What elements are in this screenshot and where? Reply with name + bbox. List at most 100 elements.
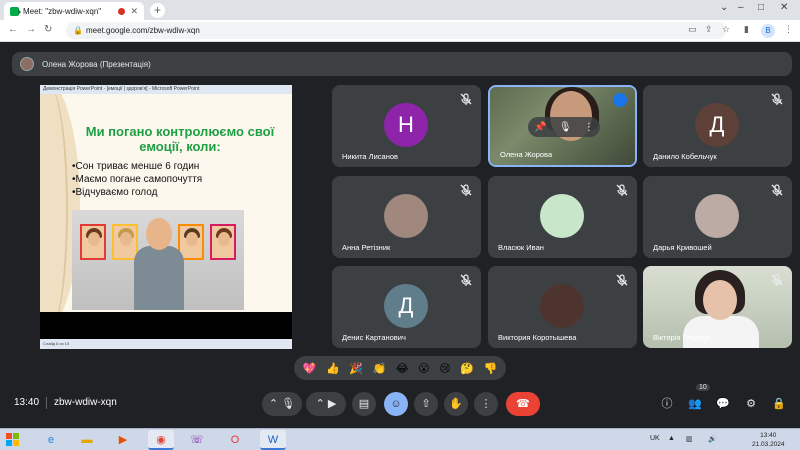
slide-bullet: •Відчуваємо голод <box>72 187 158 198</box>
presenter-label: Олена Жорова (Презентація) <box>42 59 151 69</box>
reload-icon[interactable]: ↻ <box>44 24 52 35</box>
muted-mic-icon <box>615 273 629 287</box>
muted-mic-icon <box>615 183 629 197</box>
video-person-face <box>703 280 737 320</box>
participant-tile[interactable]: Вікторія Гладчук <box>643 266 792 348</box>
camera-button[interactable]: ⌃ ▶ <box>306 392 346 416</box>
reaction-thumbs-down-icon[interactable]: 👎 <box>483 362 497 375</box>
keyboard-language[interactable]: UK <box>650 435 660 442</box>
maximize-button[interactable]: □ <box>758 2 764 13</box>
more-vert-icon[interactable]: ⋮ <box>784 24 793 35</box>
windows-taskbar: e ▬ ▶ ◉ ☏ O W UK ▲ ▥ 🔊 13:40 21.03.2024 <box>0 428 800 450</box>
present-screen-button[interactable]: ⇧ <box>414 392 438 416</box>
chevron-down-icon[interactable]: ⌄ <box>720 2 728 13</box>
back-arrow-icon[interactable]: ← <box>8 24 18 35</box>
slide-bullet: •Маємо погане самопочуття <box>72 174 203 185</box>
microphone-button[interactable]: ⌃ 🎙 <box>262 392 302 416</box>
participant-tile[interactable]: 📌 🎙 ⋮ Олена Жорова <box>488 85 637 167</box>
participant-tile[interactable]: Д Данило Кобельчук <box>643 85 792 167</box>
participant-avatar <box>540 284 584 328</box>
presenter-avatar <box>20 57 34 71</box>
reaction-thinking-icon[interactable]: 🤔 <box>460 362 474 375</box>
camera-icon[interactable]: ▭ <box>688 24 697 35</box>
windows-start-icon[interactable] <box>6 433 20 447</box>
presenter-banner: Олена Жорова (Презентація) <box>12 52 792 76</box>
photo-person-head <box>146 218 172 250</box>
word-icon[interactable]: W <box>260 430 286 450</box>
new-tab-button[interactable]: + <box>150 3 165 18</box>
leave-call-button[interactable]: ☎ <box>506 392 540 416</box>
reaction-laugh-icon[interactable]: 😂 <box>396 362 409 375</box>
profile-avatar[interactable]: B <box>761 24 775 38</box>
lock-icon: 🔒 <box>73 26 83 35</box>
slide-bullets: •Сон триває менше 6 годин •Маємо погане … <box>72 160 202 199</box>
more-options-button[interactable]: ⋮ <box>474 392 498 416</box>
bookmark-star-icon[interactable]: ☆ <box>722 24 730 35</box>
minimize-button[interactable]: – <box>738 2 744 13</box>
reaction-party-icon[interactable]: 🎉 <box>349 362 363 375</box>
media-player-icon[interactable]: ▶ <box>110 430 136 450</box>
share-icon[interactable]: ⇪ <box>705 24 713 35</box>
emoji-reaction-button[interactable]: ☺ <box>384 392 408 416</box>
participant-name: Анна Ретізник <box>342 243 391 252</box>
tab-close-button[interactable]: ✕ <box>130 6 138 17</box>
more-vert-icon[interactable]: ⋮ <box>584 122 594 133</box>
muted-mic-icon <box>459 273 473 287</box>
captions-button[interactable]: ▤ <box>352 392 376 416</box>
opera-icon[interactable]: O <box>222 430 248 450</box>
divider <box>46 397 47 409</box>
photo-card <box>112 224 138 260</box>
pin-icon[interactable]: 📌 <box>534 122 546 133</box>
meeting-time: 13:40 <box>14 397 40 408</box>
address-bar[interactable]: 🔒 meet.google.com/zbw-wdiw-xqn <box>66 22 726 39</box>
chrome-icon[interactable]: ◉ <box>148 430 174 450</box>
participant-tile[interactable]: Н Никита Лисанов <box>332 85 481 167</box>
participant-avatar: Д <box>384 284 428 328</box>
mic-icon[interactable]: 🎙 <box>559 122 572 133</box>
internet-explorer-icon[interactable]: e <box>38 430 64 450</box>
people-icon[interactable]: 👥 <box>687 396 703 412</box>
participant-tile[interactable]: Анна Ретізник <box>332 176 481 258</box>
video-person-body <box>683 316 759 348</box>
forward-arrow-icon[interactable]: → <box>26 24 36 35</box>
participant-name: Денис Картанович <box>342 333 406 342</box>
reaction-surprised-icon[interactable]: 😮 <box>418 362 429 375</box>
presentation-screen[interactable]: Демонстрація PowerPoint - [емоції | здор… <box>40 85 292 349</box>
speaking-indicator-icon <box>613 93 627 107</box>
reaction-sad-icon[interactable]: 😢 <box>439 362 450 375</box>
viber-icon[interactable]: ☏ <box>184 430 210 450</box>
url-text: meet.google.com/zbw-wdiw-xqn <box>86 26 200 35</box>
host-controls-icon[interactable]: 🔒 <box>771 396 787 412</box>
reaction-heart-icon[interactable]: 💖 <box>303 362 317 375</box>
participant-avatar: Д <box>695 103 739 147</box>
participant-tile[interactable]: Власюк Иван <box>488 176 637 258</box>
participant-tile[interactable]: Дарья Кривошей <box>643 176 792 258</box>
taskbar-clock[interactable]: 13:40 21.03.2024 <box>752 431 785 449</box>
participant-name: Олена Жорова <box>500 150 553 159</box>
reaction-clap-icon[interactable]: 👏 <box>373 362 387 375</box>
participant-name: Вікторія Гладчук <box>653 333 711 342</box>
network-icon[interactable]: ▥ <box>686 435 693 443</box>
participant-tile[interactable]: Д Денис Картанович <box>332 266 481 348</box>
participant-name: Виктория Коротышева <box>498 333 577 342</box>
activities-icon[interactable]: ⚙ <box>743 396 759 412</box>
participant-tile[interactable]: Виктория Коротышева <box>488 266 637 348</box>
volume-icon[interactable]: 🔊 <box>708 435 717 443</box>
raise-hand-button[interactable]: ✋ <box>444 392 468 416</box>
photo-person-body <box>134 246 184 310</box>
info-icon[interactable]: ⓘ <box>659 396 675 412</box>
meet-favicon-icon <box>10 6 21 16</box>
tab-title: Meet: "zbw-wdiw-xqn" <box>23 6 102 16</box>
file-explorer-icon[interactable]: ▬ <box>74 430 100 450</box>
muted-mic-icon <box>770 92 784 106</box>
participant-avatar <box>540 194 584 238</box>
tray-arrow-icon[interactable]: ▲ <box>668 435 675 442</box>
reaction-thumbs-up-icon[interactable]: 👍 <box>326 362 340 375</box>
slide: Ми погано контролюємо свої емоції, коли:… <box>40 94 292 312</box>
side-panel-icon[interactable]: ▮ <box>744 24 749 35</box>
chat-icon[interactable]: 💬 <box>715 396 731 412</box>
browser-tab[interactable]: Meet: "zbw-wdiw-xqn" ✕ <box>4 2 144 20</box>
participant-name: Данило Кобельчук <box>653 152 717 161</box>
close-window-button[interactable]: ✕ <box>780 2 788 13</box>
muted-mic-icon <box>770 183 784 197</box>
